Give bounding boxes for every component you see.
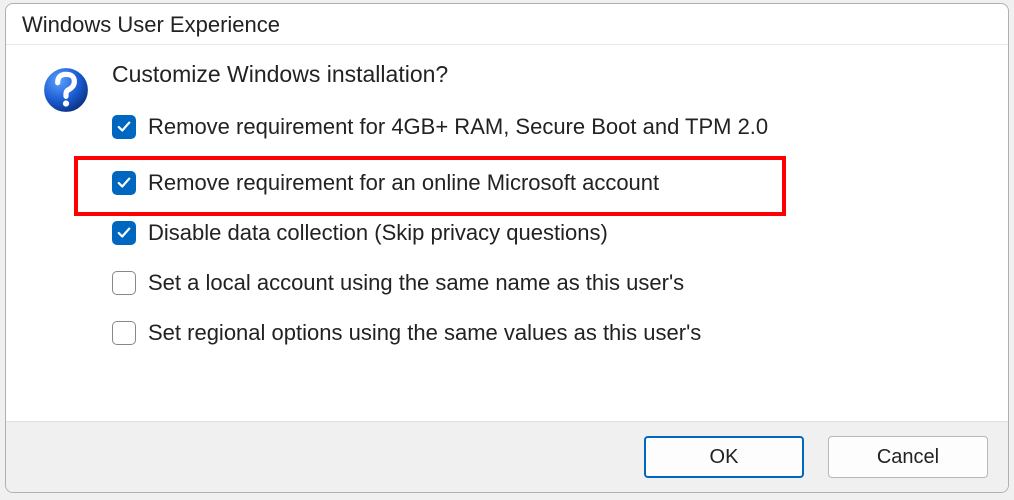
dialog-heading: Customize Windows installation? (112, 61, 988, 88)
dialog-content: Customize Windows installation? Remove r… (6, 45, 1008, 421)
option-label: Set a local account using the same name … (148, 270, 684, 296)
question-icon (41, 65, 91, 115)
dialog-title: Windows User Experience (6, 4, 1008, 45)
option-row: Disable data collection (Skip privacy qu… (112, 220, 988, 246)
checkbox-remove-ms-account-req[interactable] (112, 171, 136, 195)
option-row: Remove requirement for an online Microso… (112, 160, 988, 206)
cancel-button[interactable]: Cancel (828, 436, 988, 478)
option-label: Set regional options using the same valu… (148, 320, 701, 346)
checkbox-disable-data-collection[interactable] (112, 221, 136, 245)
option-label: Disable data collection (Skip privacy qu… (148, 220, 608, 246)
option-row: Remove requirement for 4GB+ RAM, Secure … (112, 114, 988, 140)
dialog-window: Windows User Experience (5, 3, 1009, 493)
option-row: Set regional options using the same valu… (112, 320, 988, 346)
button-bar: OK Cancel (6, 421, 1008, 492)
option-label: Remove requirement for 4GB+ RAM, Secure … (148, 114, 768, 140)
icon-column (26, 61, 106, 411)
body-column: Customize Windows installation? Remove r… (106, 61, 988, 411)
option-row: Set a local account using the same name … (112, 270, 988, 296)
checkbox-remove-ram-req[interactable] (112, 115, 136, 139)
checkbox-regional-options[interactable] (112, 321, 136, 345)
ok-button[interactable]: OK (644, 436, 804, 478)
checkbox-local-account[interactable] (112, 271, 136, 295)
option-label: Remove requirement for an online Microso… (148, 170, 659, 196)
